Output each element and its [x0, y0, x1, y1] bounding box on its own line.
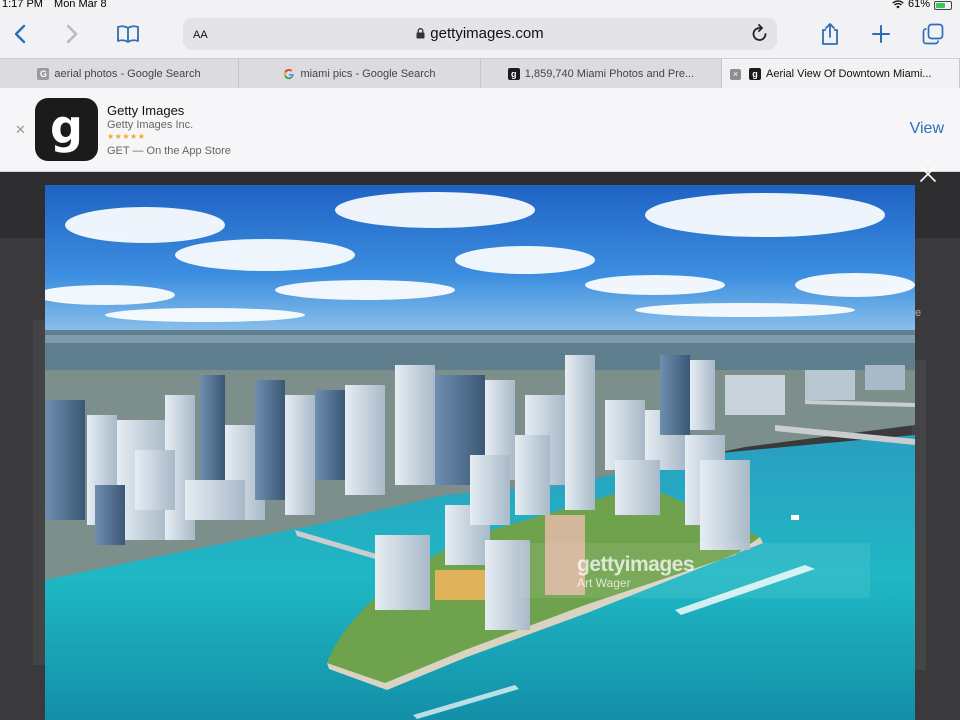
tab-label: aerial photos - Google Search	[54, 68, 201, 80]
share-icon[interactable]	[816, 20, 844, 48]
status-date: Mon Mar 8	[54, 0, 107, 10]
reload-icon[interactable]	[751, 23, 769, 48]
tab-miami-pics[interactable]: miami pics - Google Search	[239, 59, 481, 89]
view-app-button[interactable]: View	[910, 120, 944, 138]
battery-percent: 61%	[907, 0, 930, 10]
tab-aerial-photos[interactable]: G aerial photos - Google Search	[0, 59, 239, 89]
tab-aerial-view-miami[interactable]: × g Aerial View Of Downtown Miami...	[722, 59, 960, 89]
miami-aerial-image	[45, 185, 915, 720]
back-icon[interactable]	[6, 20, 34, 48]
wifi-icon	[892, 0, 904, 8]
address-bar[interactable]: AA gettyimages.com	[183, 18, 777, 50]
tab-label: Aerial View Of Downtown Miami...	[766, 68, 932, 80]
url-field[interactable]: gettyimages.com	[183, 25, 777, 42]
battery-fill	[936, 2, 945, 8]
tabs-overview-icon[interactable]	[919, 20, 947, 48]
watermark-credit: Art Wager	[577, 576, 631, 590]
getty-app-icon[interactable]: g	[35, 98, 98, 161]
browser-toolbar: AA gettyimages.com	[0, 12, 960, 58]
close-lightbox-icon[interactable]	[918, 164, 938, 184]
forward-icon[interactable]	[58, 20, 86, 48]
page-text-fragment: e	[915, 307, 922, 319]
app-rating: ★★★★★	[107, 132, 146, 141]
getty-watermark: gettyimages Art Wager	[577, 553, 695, 590]
status-time: 1:17 PM	[2, 0, 43, 10]
url-text: gettyimages.com	[430, 25, 544, 42]
app-company: Getty Images Inc.	[107, 119, 194, 131]
safari-window: 1:17 PM Mon Mar 8 61% AA gettyimages.com	[0, 0, 960, 720]
tab-label: miami pics - Google Search	[300, 68, 436, 80]
tab-miami-photos[interactable]: g 1,859,740 Miami Photos and Pre...	[481, 59, 722, 89]
status-bar: 1:17 PM Mon Mar 8 61%	[0, 0, 960, 12]
banner-close-icon[interactable]: ✕	[15, 122, 26, 138]
getty-favicon-icon: g	[507, 68, 520, 80]
tab-label: 1,859,740 Miami Photos and Pre...	[524, 68, 695, 80]
app-store-text: GET — On the App Store	[107, 145, 231, 157]
watermark-brand: gettyimages	[577, 553, 695, 576]
new-tab-icon[interactable]	[867, 20, 895, 48]
getty-favicon-icon: g	[749, 68, 761, 80]
watermark-band	[520, 543, 870, 598]
aerial-photo: gettyimages Art Wager	[45, 185, 915, 720]
smart-app-banner: ✕ g Getty Images Getty Images Inc. ★★★★★…	[0, 88, 960, 172]
close-tab-icon[interactable]: ×	[730, 68, 741, 80]
bookmarks-icon[interactable]	[114, 20, 142, 48]
app-name: Getty Images	[107, 103, 185, 118]
lock-icon	[416, 28, 425, 39]
google-favicon-icon	[284, 68, 295, 80]
google-favicon-icon: G	[37, 68, 50, 80]
battery-icon	[934, 0, 952, 10]
tab-bar: G aerial photos - Google Search miami pi…	[0, 58, 960, 89]
app-icon-letter: g	[50, 99, 83, 154]
